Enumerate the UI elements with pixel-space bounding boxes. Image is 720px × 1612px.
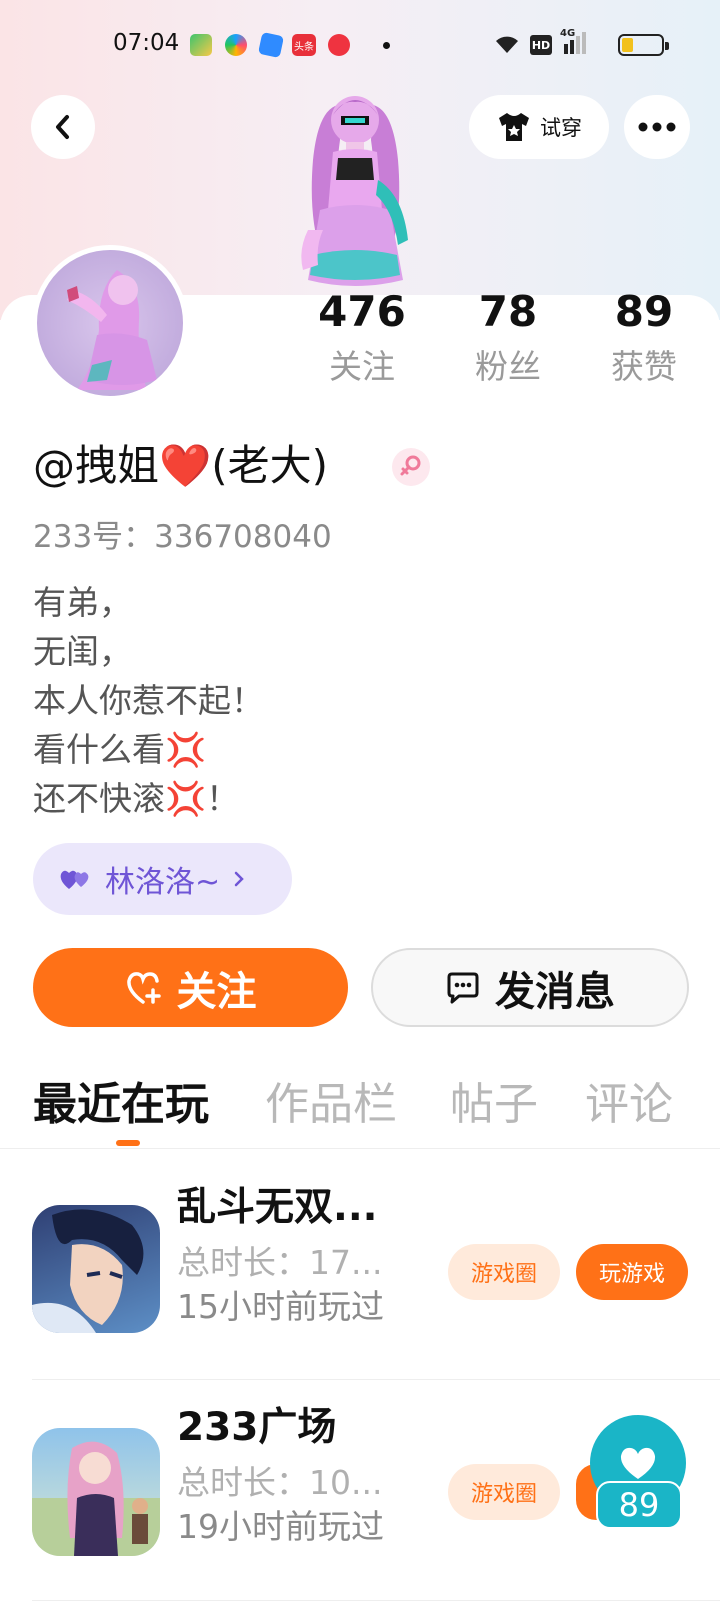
message-label: 发消息 — [495, 968, 615, 1015]
status-time: 07:04 — [113, 30, 180, 56]
female-gender-icon — [392, 448, 430, 486]
tab-works[interactable]: 作品栏 — [265, 1075, 397, 1135]
game-duration: 总时长：10... — [177, 1463, 383, 1502]
game-last-played: 19小时前玩过 — [177, 1507, 384, 1546]
play-game-button[interactable]: 玩游戏 — [576, 1244, 688, 1300]
bio-line: 看什么看💢 — [33, 730, 207, 769]
video-app-icon — [190, 34, 212, 56]
toutiao-label: 头条 — [294, 41, 314, 53]
row-divider — [32, 1600, 720, 1601]
toutiao-app-icon: 头条 — [292, 34, 316, 56]
stat-likes-value: 89 — [614, 287, 674, 336]
stat-following-value: 476 — [318, 287, 406, 336]
cp-relationship-tag[interactable]: 林洛洛~ — [33, 843, 292, 915]
battery-level — [622, 38, 633, 52]
stat-followers[interactable]: 78 粉丝 — [448, 285, 568, 393]
try-on-button[interactable]: 试穿 — [469, 95, 609, 159]
notification-dot — [383, 42, 390, 49]
swirl-app-icon — [225, 34, 247, 56]
battery-icon — [618, 34, 669, 56]
chat-icon — [447, 972, 479, 1003]
tab-posts[interactable]: 帖子 — [450, 1075, 538, 1135]
bio-line: 无闺， — [33, 632, 132, 671]
stat-following[interactable]: 476 关注 — [302, 285, 422, 393]
tab-recently-played[interactable]: 最近在玩 — [33, 1075, 209, 1135]
hd-label: HD — [531, 38, 551, 52]
follow-label: 关注 — [176, 968, 257, 1015]
wifi-icon — [496, 36, 518, 53]
more-button[interactable] — [624, 95, 690, 159]
tab-active-indicator — [116, 1140, 140, 1146]
game-circle-button[interactable]: 游戏圈 — [448, 1244, 560, 1300]
network-label: 4G — [560, 28, 576, 39]
like-float-widget[interactable]: 89 — [590, 1415, 688, 1529]
tab-comments[interactable]: 评论 — [585, 1075, 673, 1135]
stat-followers-value: 78 — [478, 287, 538, 336]
double-heart-icon — [60, 870, 89, 889]
character-avatar-figure — [301, 96, 408, 286]
chevron-right-icon — [234, 871, 244, 887]
like-float-count: 89 — [596, 1481, 682, 1529]
hd-icon: HD — [530, 35, 552, 55]
blue-app-icon — [257, 31, 285, 59]
profile-tabs: 最近在玩 作品栏 帖子 评论 — [0, 1075, 720, 1145]
follow-button[interactable]: 关注 — [33, 948, 348, 1027]
stat-likes-label: 获赞 — [611, 347, 677, 386]
user-id: 233号：336708040 — [33, 519, 332, 555]
bio-line: 本人你惹不起！ — [33, 681, 264, 720]
game-icon — [32, 1205, 160, 1333]
profile-name: @拽姐❤️(老大) — [33, 441, 329, 490]
try-on-label: 试穿 — [540, 116, 582, 140]
back-button[interactable] — [31, 95, 95, 159]
stat-following-label: 关注 — [329, 347, 395, 386]
status-bar: 07:04 头条 HD 4G — [0, 0, 720, 90]
more-icon — [638, 122, 676, 132]
shirt-icon — [499, 113, 529, 141]
game-title: 233广场 — [177, 1405, 337, 1450]
game-icon — [32, 1428, 160, 1556]
avatar[interactable] — [32, 245, 188, 401]
red-app-icon — [328, 34, 350, 56]
cp-tag-label: 林洛洛~ — [105, 865, 221, 900]
bio-line: 还不快滚💢！ — [33, 779, 240, 818]
stat-followers-label: 粉丝 — [475, 347, 541, 386]
game-last-played: 15小时前玩过 — [177, 1287, 384, 1326]
game-circle-button[interactable]: 游戏圈 — [448, 1464, 560, 1520]
heart-plus-icon — [126, 971, 161, 1004]
bio: 有弟， 无闺， 本人你惹不起！ 看什么看💢 还不快滚💢！ — [33, 578, 673, 823]
stat-likes[interactable]: 89 获赞 — [584, 285, 704, 393]
chevron-left-icon — [56, 115, 69, 139]
game-list-item[interactable]: 乱斗无双... 总时长：17... 15小时前玩过 游戏圈 玩游戏 — [0, 1160, 720, 1382]
heart-icon — [620, 1447, 656, 1479]
bio-line: 有弟， — [33, 583, 132, 622]
avatar-figure — [67, 270, 157, 390]
tabs-divider — [0, 1148, 720, 1149]
message-button[interactable]: 发消息 — [371, 948, 689, 1027]
signal-icon: 4G — [560, 28, 596, 56]
game-title: 乱斗无双... — [177, 1185, 378, 1230]
game-duration: 总时长：17... — [177, 1243, 383, 1282]
